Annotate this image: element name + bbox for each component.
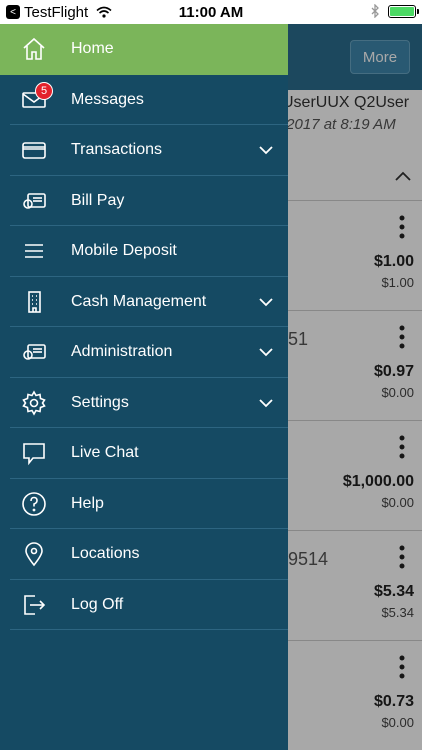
menu-item-label: Cash Management — [71, 292, 207, 310]
menu-item-label: Locations — [71, 545, 140, 563]
menu-item-transactions[interactable]: Transactions — [0, 125, 288, 176]
admin-card-icon — [12, 337, 56, 367]
chevron-down-icon[interactable] — [256, 347, 276, 357]
menu-item-settings[interactable]: Settings — [0, 378, 288, 428]
chevron-down-icon[interactable] — [256, 297, 276, 307]
menu-item-label: Home — [71, 40, 114, 58]
menu-divider — [10, 629, 288, 630]
envelope-icon: 5 — [12, 81, 56, 115]
credit-card-icon — [12, 135, 56, 165]
menu-item-live-chat[interactable]: Live Chat — [0, 428, 288, 479]
menu-item-administration[interactable]: Administration — [0, 327, 288, 378]
battery-icon — [388, 4, 419, 18]
menu-item-label: Settings — [71, 393, 129, 411]
log-off-icon — [12, 590, 56, 620]
chat-bubble-icon — [12, 438, 56, 468]
menu-item-messages[interactable]: 5 Messages — [0, 75, 288, 125]
help-icon — [12, 489, 56, 519]
menu-item-label: Bill Pay — [71, 191, 125, 209]
bluetooth-icon — [371, 4, 379, 18]
menu-item-home[interactable]: Home — [0, 24, 288, 75]
menu-item-label: Live Chat — [71, 444, 139, 462]
back-app-label[interactable]: TestFlight — [24, 4, 88, 21]
bill-pay-icon — [12, 186, 56, 216]
home-icon — [12, 34, 56, 64]
navigation-drawer: Home 5 Messages Transactions Bill Pay Mobile … — [0, 24, 288, 750]
menu-item-label: Administration — [71, 343, 173, 361]
building-icon — [12, 287, 56, 317]
chevron-down-icon[interactable] — [256, 398, 276, 408]
wifi-icon — [96, 6, 112, 18]
status-bar: < TestFlight 11:00 AM — [0, 0, 422, 24]
menu-item-bill-pay[interactable]: Bill Pay — [0, 176, 288, 226]
menu-item-label: Log Off — [71, 595, 124, 613]
menu-item-label: Mobile Deposit — [71, 242, 177, 260]
menu-item-locations[interactable]: Locations — [0, 529, 288, 580]
menu-item-help[interactable]: Help — [0, 479, 288, 529]
back-to-app-icon[interactable]: < — [6, 5, 20, 19]
menu-item-label: Help — [71, 494, 104, 512]
menu-item-log-off[interactable]: Log Off — [0, 580, 288, 630]
chevron-down-icon[interactable] — [256, 145, 276, 155]
location-pin-icon — [12, 539, 56, 569]
menu-item-label: Messages — [71, 90, 144, 108]
menu-item-mobile-deposit[interactable]: Mobile Deposit — [0, 226, 288, 277]
menu-item-cash-management[interactable]: Cash Management — [0, 277, 288, 327]
menu-lines-icon — [12, 236, 56, 266]
unread-badge: 5 — [35, 81, 53, 100]
gear-icon — [12, 388, 56, 418]
menu-item-label: Transactions — [71, 141, 162, 159]
